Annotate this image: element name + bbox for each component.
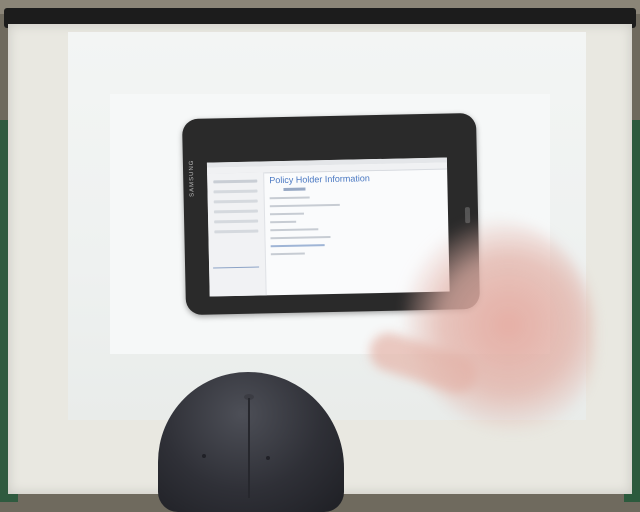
- sidebar-divider: [213, 267, 259, 269]
- section-heading: [271, 244, 325, 247]
- form-field: [270, 204, 340, 207]
- page-title: Policy Holder Information: [269, 172, 443, 186]
- form-field: [271, 253, 305, 256]
- form-field: [270, 196, 310, 199]
- form-field: [270, 213, 304, 216]
- title-underline: [283, 188, 305, 191]
- app-sidebar: [207, 172, 267, 296]
- sidebar-item[interactable]: [214, 230, 258, 234]
- cap-vent: [266, 456, 270, 460]
- cap-seam: [248, 398, 250, 498]
- sidebar-item[interactable]: [214, 200, 258, 204]
- sidebar-item[interactable]: [213, 190, 257, 194]
- form-field: [270, 221, 296, 224]
- sidebar-item[interactable]: [214, 210, 258, 214]
- form-field: [270, 228, 318, 231]
- sidebar-item[interactable]: [213, 180, 257, 184]
- sidebar-item[interactable]: [214, 220, 258, 224]
- form-field: [270, 236, 330, 239]
- cap-vent: [202, 454, 206, 458]
- tablet-brand-label: SAMSUNG: [189, 159, 196, 196]
